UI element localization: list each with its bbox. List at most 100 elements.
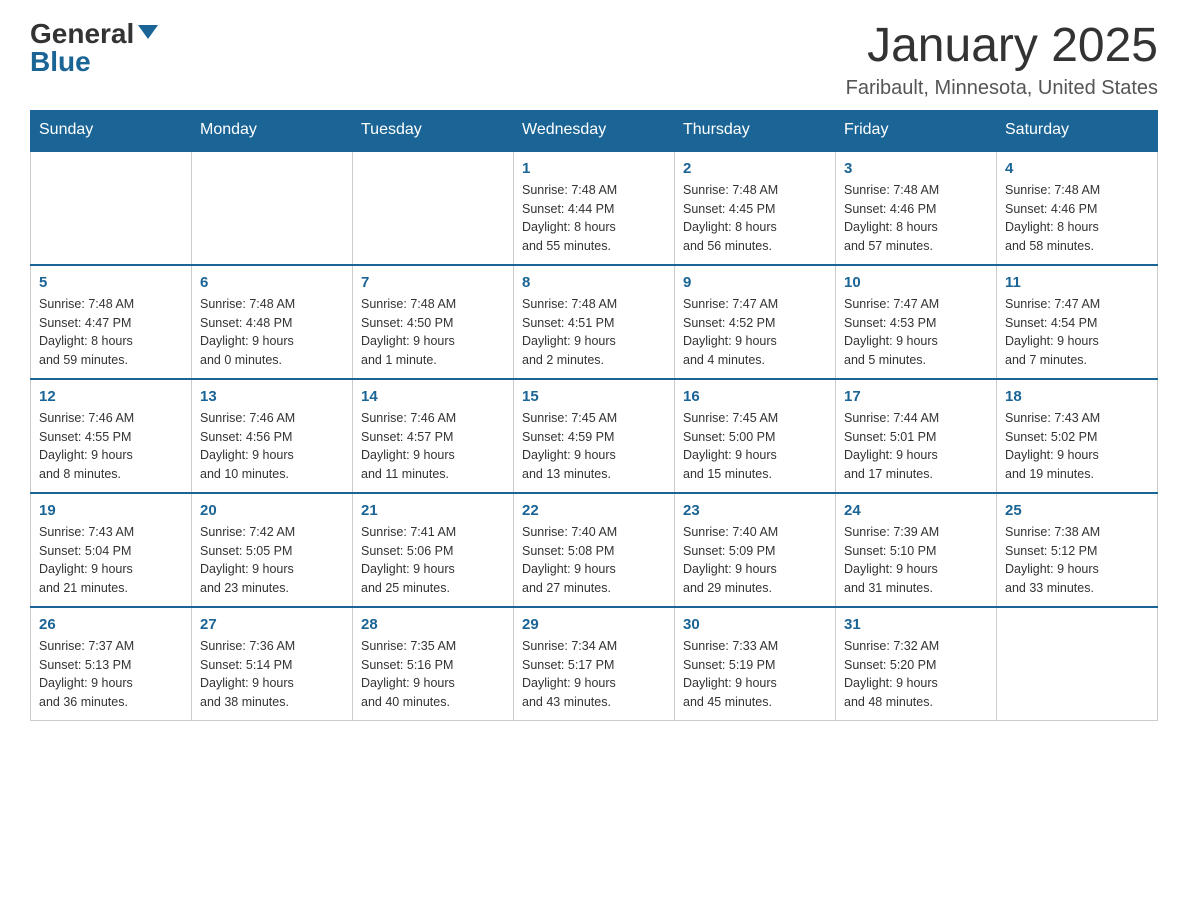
- calendar-cell: 21 Sunrise: 7:41 AMSunset: 5:06 PMDayligh…: [353, 493, 514, 607]
- calendar-cell: [353, 150, 514, 265]
- day-number: 5: [39, 274, 183, 291]
- day-info: Sunrise: 7:48 AMSunset: 4:50 PMDaylight:…: [361, 295, 505, 370]
- day-number: 6: [200, 274, 344, 291]
- calendar-cell: 26Sunrise: 7:37 AMSunset: 5:13 PMDayligh…: [31, 607, 192, 721]
- day-number: 9: [683, 274, 827, 291]
- day-number: 19: [39, 502, 183, 519]
- day-info: Sunrise: 7:36 AMSunset: 5:14 PMDaylight:…: [200, 637, 344, 712]
- calendar-cell: 24 Sunrise: 7:39 AMSunset: 5:10 PMDayligh…: [836, 493, 997, 607]
- calendar-cell: 17 Sunrise: 7:44 AMSunset: 5:01 PMDayligh…: [836, 379, 997, 493]
- calendar-cell: 7 Sunrise: 7:48 AMSunset: 4:50 PMDaylight…: [353, 265, 514, 379]
- day-number: 17: [844, 388, 988, 405]
- day-number: 27: [200, 616, 344, 633]
- day-info: Sunrise: 7:34 AMSunset: 5:17 PMDaylight:…: [522, 637, 666, 712]
- day-header-sunday: Sunday: [31, 110, 192, 150]
- day-header-tuesday: Tuesday: [353, 110, 514, 150]
- calendar-cell: 20 Sunrise: 7:42 AMSunset: 5:05 PMDayligh…: [192, 493, 353, 607]
- day-number: 12: [39, 388, 183, 405]
- calendar-header-row: SundayMondayTuesdayWednesdayThursdayFrid…: [31, 110, 1158, 150]
- day-info: Sunrise: 7:40 AMSunset: 5:09 PMDaylight:…: [683, 523, 827, 598]
- calendar-cell: 29 Sunrise: 7:34 AMSunset: 5:17 PMDayligh…: [514, 607, 675, 721]
- calendar-cell: 4 Sunrise: 7:48 AMSunset: 4:46 PMDaylight…: [997, 150, 1158, 265]
- logo-general-text: General: [30, 20, 134, 48]
- day-number: 3: [844, 160, 988, 177]
- day-number: 13: [200, 388, 344, 405]
- day-info: Sunrise: 7:40 AMSunset: 5:08 PMDaylight:…: [522, 523, 666, 598]
- day-number: 18: [1005, 388, 1149, 405]
- day-info: Sunrise: 7:41 AMSunset: 5:06 PMDaylight:…: [361, 523, 505, 598]
- day-number: 24: [844, 502, 988, 519]
- day-number: 22: [522, 502, 666, 519]
- calendar-cell: 13 Sunrise: 7:46 AMSunset: 4:56 PMDayligh…: [192, 379, 353, 493]
- day-info: Sunrise: 7:45 AMSunset: 5:00 PMDaylight:…: [683, 409, 827, 484]
- day-info: Sunrise: 7:44 AMSunset: 5:01 PMDaylight:…: [844, 409, 988, 484]
- day-number: 7: [361, 274, 505, 291]
- calendar-cell: 16 Sunrise: 7:45 AMSunset: 5:00 PMDayligh…: [675, 379, 836, 493]
- title-section: January 2025 Faribault, Minnesota, Unite…: [846, 20, 1158, 100]
- day-info: Sunrise: 7:46 AMSunset: 4:56 PMDaylight:…: [200, 409, 344, 484]
- calendar-cell: 2 Sunrise: 7:48 AMSunset: 4:45 PMDaylight…: [675, 150, 836, 265]
- day-number: 29: [522, 616, 666, 633]
- day-header-saturday: Saturday: [997, 110, 1158, 150]
- day-number: 16: [683, 388, 827, 405]
- calendar-cell: 30 Sunrise: 7:33 AMSunset: 5:19 PMDayligh…: [675, 607, 836, 721]
- logo-triangle-icon: [138, 25, 158, 39]
- day-info: Sunrise: 7:46 AMSunset: 4:55 PMDaylight:…: [39, 409, 183, 484]
- day-number: 21: [361, 502, 505, 519]
- day-header-wednesday: Wednesday: [514, 110, 675, 150]
- calendar-week-row: 26Sunrise: 7:37 AMSunset: 5:13 PMDayligh…: [31, 607, 1158, 721]
- calendar-cell: 28 Sunrise: 7:35 AMSunset: 5:16 PMDayligh…: [353, 607, 514, 721]
- day-info: Sunrise: 7:48 AMSunset: 4:46 PMDaylight:…: [844, 181, 988, 256]
- day-info: Sunrise: 7:39 AMSunset: 5:10 PMDaylight:…: [844, 523, 988, 598]
- calendar-cell: 22 Sunrise: 7:40 AMSunset: 5:08 PMDayligh…: [514, 493, 675, 607]
- day-number: 23: [683, 502, 827, 519]
- day-info: Sunrise: 7:37 AMSunset: 5:13 PMDaylight:…: [39, 637, 183, 712]
- day-number: 20: [200, 502, 344, 519]
- day-info: Sunrise: 7:33 AMSunset: 5:19 PMDaylight:…: [683, 637, 827, 712]
- calendar-cell: 12 Sunrise: 7:46 AMSunset: 4:55 PMDayligh…: [31, 379, 192, 493]
- calendar-cell: 14 Sunrise: 7:46 AMSunset: 4:57 PMDayligh…: [353, 379, 514, 493]
- day-number: 10: [844, 274, 988, 291]
- day-info: Sunrise: 7:32 AMSunset: 5:20 PMDaylight:…: [844, 637, 988, 712]
- day-info: Sunrise: 7:35 AMSunset: 5:16 PMDaylight:…: [361, 637, 505, 712]
- day-number: 30: [683, 616, 827, 633]
- calendar-cell: 31 Sunrise: 7:32 AMSunset: 5:20 PMDayligh…: [836, 607, 997, 721]
- day-info: Sunrise: 7:47 AMSunset: 4:52 PMDaylight:…: [683, 295, 827, 370]
- calendar-cell: 23 Sunrise: 7:40 AMSunset: 5:09 PMDayligh…: [675, 493, 836, 607]
- day-info: Sunrise: 7:46 AMSunset: 4:57 PMDaylight:…: [361, 409, 505, 484]
- calendar-cell: [997, 607, 1158, 721]
- calendar-week-row: 19 Sunrise: 7:43 AMSunset: 5:04 PMDayligh…: [31, 493, 1158, 607]
- day-info: Sunrise: 7:38 AMSunset: 5:12 PMDaylight:…: [1005, 523, 1149, 598]
- day-info: Sunrise: 7:48 AMSunset: 4:51 PMDaylight:…: [522, 295, 666, 370]
- day-number: 2: [683, 160, 827, 177]
- calendar-cell: 11Sunrise: 7:47 AMSunset: 4:54 PMDayligh…: [997, 265, 1158, 379]
- calendar-title: January 2025: [846, 20, 1158, 73]
- calendar-cell: 19 Sunrise: 7:43 AMSunset: 5:04 PMDayligh…: [31, 493, 192, 607]
- day-number: 25: [1005, 502, 1149, 519]
- day-info: Sunrise: 7:48 AMSunset: 4:45 PMDaylight:…: [683, 181, 827, 256]
- logo: General Blue: [30, 20, 158, 76]
- calendar-table: SundayMondayTuesdayWednesdayThursdayFrid…: [30, 110, 1158, 721]
- day-header-friday: Friday: [836, 110, 997, 150]
- calendar-cell: 15Sunrise: 7:45 AMSunset: 4:59 PMDayligh…: [514, 379, 675, 493]
- day-info: Sunrise: 7:48 AMSunset: 4:48 PMDaylight:…: [200, 295, 344, 370]
- day-info: Sunrise: 7:48 AMSunset: 4:44 PMDaylight:…: [522, 181, 666, 256]
- day-number: 4: [1005, 160, 1149, 177]
- calendar-week-row: 12 Sunrise: 7:46 AMSunset: 4:55 PMDayligh…: [31, 379, 1158, 493]
- calendar-cell: 1 Sunrise: 7:48 AMSunset: 4:44 PMDaylight…: [514, 150, 675, 265]
- day-number: 31: [844, 616, 988, 633]
- day-info: Sunrise: 7:43 AMSunset: 5:02 PMDaylight:…: [1005, 409, 1149, 484]
- day-info: Sunrise: 7:42 AMSunset: 5:05 PMDaylight:…: [200, 523, 344, 598]
- day-number: 28: [361, 616, 505, 633]
- day-number: 11: [1005, 274, 1149, 291]
- calendar-cell: 18 Sunrise: 7:43 AMSunset: 5:02 PMDayligh…: [997, 379, 1158, 493]
- day-info: Sunrise: 7:43 AMSunset: 5:04 PMDaylight:…: [39, 523, 183, 598]
- day-info: Sunrise: 7:48 AMSunset: 4:46 PMDaylight:…: [1005, 181, 1149, 256]
- day-info: Sunrise: 7:47 AMSunset: 4:53 PMDaylight:…: [844, 295, 988, 370]
- day-number: 14: [361, 388, 505, 405]
- calendar-cell: 5Sunrise: 7:48 AMSunset: 4:47 PMDaylight…: [31, 265, 192, 379]
- calendar-cell: 9 Sunrise: 7:47 AMSunset: 4:52 PMDaylight…: [675, 265, 836, 379]
- calendar-week-row: 1 Sunrise: 7:48 AMSunset: 4:44 PMDaylight…: [31, 150, 1158, 265]
- day-header-monday: Monday: [192, 110, 353, 150]
- day-number: 1: [522, 160, 666, 177]
